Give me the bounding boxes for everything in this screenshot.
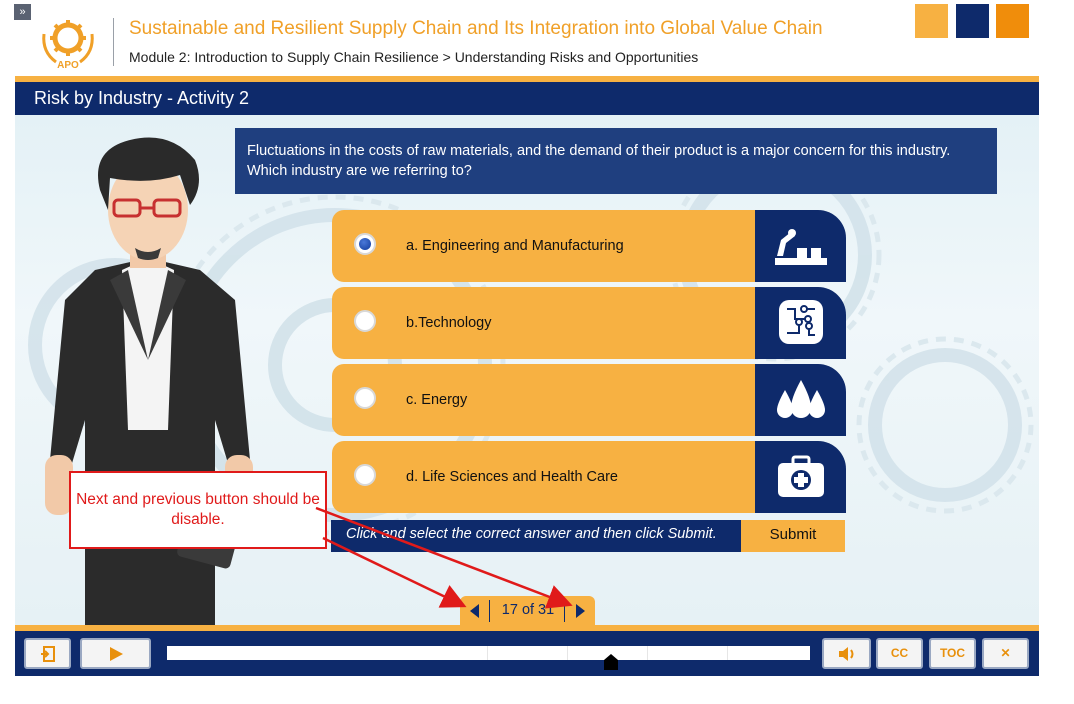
- page-counter: 17 of 31: [501, 602, 555, 618]
- option-icon-panel: [755, 210, 846, 282]
- option-icon-panel: [755, 364, 846, 436]
- circuit-icon: [779, 300, 823, 344]
- seek-tick: [487, 646, 488, 660]
- nav-separator: [564, 600, 565, 622]
- option-icon-panel: [755, 287, 846, 359]
- seek-handle-icon: [604, 654, 618, 670]
- progress-seekbar[interactable]: [167, 646, 810, 660]
- breadcrumb: Module 2: Introduction to Supply Chain R…: [129, 49, 699, 65]
- header-divider: [113, 18, 114, 66]
- table-of-contents-button[interactable]: TOC: [929, 638, 976, 669]
- radio-button-selected[interactable]: [354, 233, 376, 255]
- option-technology[interactable]: b.Technology: [332, 287, 846, 359]
- option-label: b.Technology: [406, 315, 492, 331]
- option-life-sciences[interactable]: d. Life Sciences and Health Care: [332, 441, 846, 513]
- seek-handle[interactable]: [604, 654, 618, 670]
- logo-text: APO: [57, 60, 79, 70]
- radio-button[interactable]: [354, 464, 376, 486]
- nav-separator: [489, 600, 490, 622]
- option-body[interactable]: b.Technology: [332, 287, 756, 359]
- next-button[interactable]: [570, 600, 590, 622]
- volume-icon: [838, 647, 853, 661]
- medical-kit-icon: [778, 455, 824, 497]
- expand-menu-button[interactable]: »: [14, 4, 31, 20]
- radio-button[interactable]: [354, 310, 376, 332]
- option-energy[interactable]: c. Energy: [332, 364, 846, 436]
- option-engineering-manufacturing[interactable]: a. Engineering and Manufacturing: [332, 210, 846, 282]
- next-arrow-icon: [576, 604, 585, 618]
- decor-square-light-orange: [915, 4, 948, 38]
- option-body[interactable]: d. Life Sciences and Health Care: [332, 441, 756, 513]
- question-text: Fluctuations in the costs of raw materia…: [235, 128, 997, 194]
- apo-logo: APO: [38, 14, 98, 71]
- previous-button[interactable]: [465, 600, 485, 622]
- option-body[interactable]: c. Energy: [332, 364, 756, 436]
- course-title: Sustainable and Resilient Supply Chain a…: [129, 18, 823, 39]
- slide-title: Risk by Industry - Activity 2: [34, 88, 250, 108]
- close-button[interactable]: ✕: [982, 638, 1029, 669]
- volume-button[interactable]: [822, 638, 871, 669]
- exit-icon: [40, 646, 55, 662]
- annotation-text: Next and previous button should be disab…: [76, 491, 320, 528]
- factory-robot-icon: [775, 229, 827, 265]
- play-button[interactable]: [80, 638, 151, 669]
- option-label: d. Life Sciences and Health Care: [406, 469, 618, 485]
- prev-arrow-icon: [470, 604, 479, 618]
- submit-button[interactable]: Submit: [741, 520, 845, 552]
- option-label: c. Energy: [406, 392, 468, 408]
- decor-square-navy: [956, 4, 989, 38]
- option-body[interactable]: a. Engineering and Manufacturing: [332, 210, 756, 282]
- option-icon-panel: [755, 441, 846, 513]
- seek-tick: [647, 646, 648, 660]
- decor-square-orange: [996, 4, 1029, 38]
- presenter-character: [45, 137, 253, 625]
- seek-tick: [727, 646, 728, 660]
- instruction-text: Click and select the correct answer and …: [346, 526, 717, 542]
- exit-button[interactable]: [24, 638, 71, 669]
- play-icon: [109, 647, 123, 661]
- seek-tick: [567, 646, 568, 660]
- radio-button[interactable]: [354, 387, 376, 409]
- option-label: a. Engineering and Manufacturing: [406, 238, 624, 254]
- closed-captions-button[interactable]: CC: [876, 638, 923, 669]
- droplets-icon: [777, 380, 825, 418]
